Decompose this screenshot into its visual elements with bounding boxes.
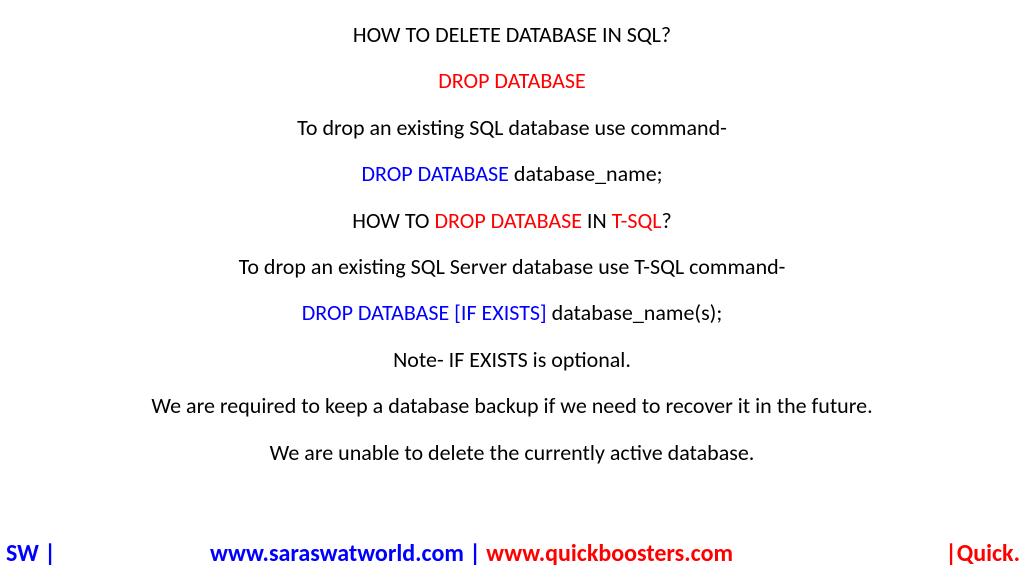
footer-right-brand: |Quick. xyxy=(945,539,1020,568)
keyword: DROP DATABASE xyxy=(361,160,513,187)
syntax-tsql: DROP DATABASE [IF EXISTS] database_name(… xyxy=(0,300,1024,326)
arg: database_name; xyxy=(514,160,663,187)
heading-tsql: HOW TO DROP DATABASE IN T-SQL? xyxy=(0,208,1024,234)
text: ? xyxy=(662,207,672,234)
document-content: HOW TO DELETE DATABASE IN SQL? DROP DATA… xyxy=(0,0,1024,466)
arg: database_name(s); xyxy=(552,299,723,326)
footer-sep: | xyxy=(464,539,486,568)
footer-url1: www.saraswatworld.com xyxy=(210,539,464,568)
text: HOW TO xyxy=(352,207,434,234)
footer-left-brand: SW | xyxy=(6,539,56,568)
backup-note: We are required to keep a database backu… xyxy=(0,393,1024,419)
syntax-sql: DROP DATABASE database_name; xyxy=(0,161,1024,187)
intro-tsql: To drop an existing SQL Server database … xyxy=(0,254,1024,280)
text: IN xyxy=(587,207,612,234)
footer-center: www.saraswatworld.com | www.quickbooster… xyxy=(210,539,733,568)
active-db-note: We are unable to delete the currently ac… xyxy=(0,440,1024,466)
keyword: T-SQL xyxy=(612,207,662,234)
keyword: DROP DATABASE xyxy=(434,207,586,234)
title: HOW TO DELETE DATABASE IN SQL? xyxy=(0,22,1024,48)
subtitle: DROP DATABASE xyxy=(0,68,1024,94)
footer-url2: www.quickboosters.com xyxy=(486,539,733,568)
intro-line: To drop an existing SQL database use com… xyxy=(0,115,1024,141)
note: Note- IF EXISTS is optional. xyxy=(0,347,1024,373)
keyword: DROP DATABASE [IF EXISTS] xyxy=(302,299,552,326)
